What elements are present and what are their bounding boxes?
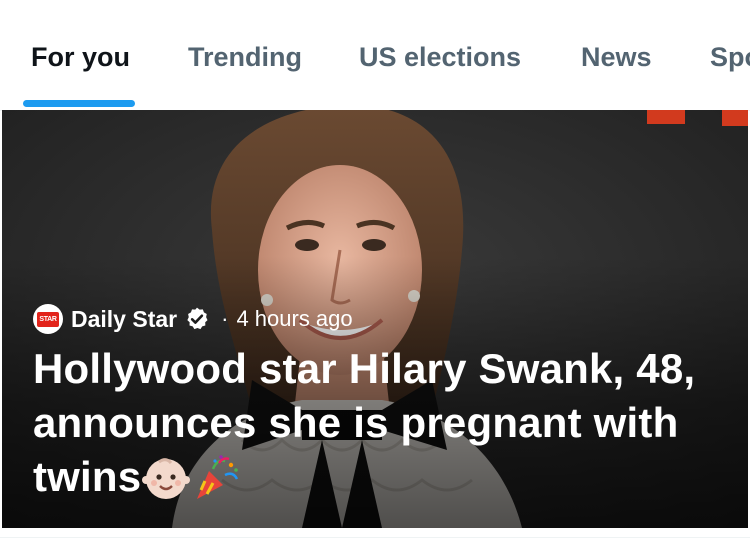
tab-for-you[interactable]: For you xyxy=(31,40,130,74)
tab-sports[interactable]: Spo xyxy=(710,40,750,74)
meta-separator: · xyxy=(221,306,229,331)
daily-star-logo-mark: STAR xyxy=(37,311,59,327)
tab-news[interactable]: News xyxy=(581,40,652,74)
story-timestamp: 4 hours ago xyxy=(236,306,353,331)
tab-us-elections[interactable]: US elections xyxy=(359,40,521,74)
story-headline[interactable]: Hollywood star Hilary Swank, 48, announc… xyxy=(33,342,723,504)
party-popper-emoji-icon xyxy=(197,455,239,499)
story-source-name[interactable]: Daily Star xyxy=(71,306,177,333)
verified-badge-icon xyxy=(187,307,208,330)
explore-tab-bar: For you Trending US elections News Spo xyxy=(0,0,750,111)
story-headline-text: Hollywood star Hilary Swank, 48, announc… xyxy=(33,345,696,500)
active-tab-indicator xyxy=(23,100,135,107)
tab-trending[interactable]: Trending xyxy=(188,40,302,74)
baby-face-emoji-icon xyxy=(142,458,191,499)
explore-page: For you Trending US elections News Spo xyxy=(0,0,750,558)
story-meta: STAR Daily Star · 4 hours ago xyxy=(33,304,353,334)
daily-star-logo: STAR xyxy=(33,304,63,334)
featured-story-card[interactable]: STAR Daily Star · 4 hours ago Hollywood … xyxy=(2,110,748,528)
feed-divider xyxy=(0,537,750,538)
